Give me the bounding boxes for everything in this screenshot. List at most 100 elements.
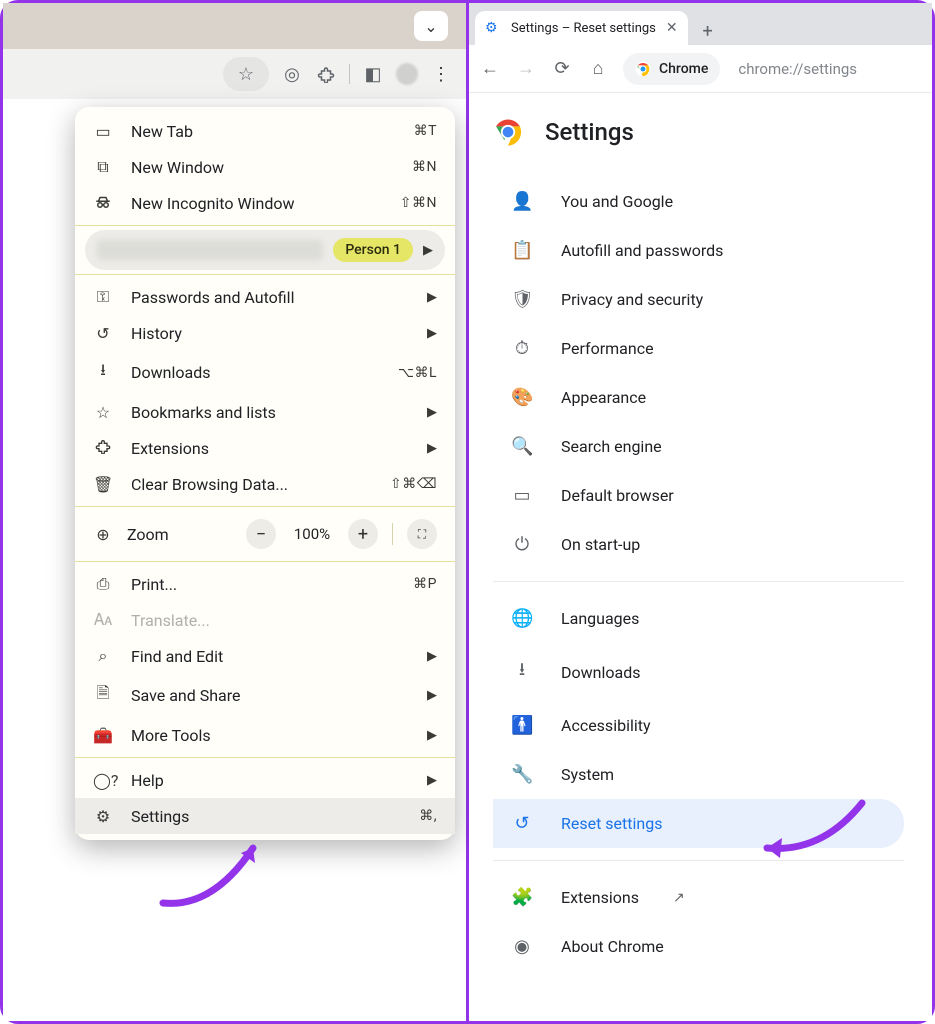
puzzle-icon: 🧩 (511, 887, 533, 908)
fullscreen-button[interactable]: ⛶ (407, 519, 437, 549)
left-panel: ⌄ ☆ ◎ ◧ ⋮ ▭ New Tab ⌘T ⧉ New Window ⌘N N… (3, 3, 469, 1021)
nav-accessibility[interactable]: 🚹 Accessibility (493, 701, 904, 750)
nav-downloads[interactable]: ⭳Downloads (493, 643, 904, 701)
tab-strip: ⚙ Settings – Reset settings ✕ + (469, 3, 932, 45)
shortcut: ⌘, (419, 808, 437, 824)
nav-label: On start-up (561, 535, 640, 554)
tab-title: Settings – Reset settings (511, 21, 656, 36)
chrome-menu: ▭ New Tab ⌘T ⧉ New Window ⌘N New Incogni… (75, 107, 455, 840)
nav-you-and-google[interactable]: 👤You and Google (493, 177, 904, 226)
menu-label: Passwords and Autofill (131, 288, 409, 307)
menu-passwords[interactable]: ⚿ Passwords and Autofill ▶ (75, 279, 455, 315)
menu-extensions[interactable]: Extensions ▶ (75, 430, 455, 466)
address-url[interactable]: chrome://settings (738, 60, 857, 78)
key-icon: ⚿ (93, 287, 113, 307)
nav-about-chrome[interactable]: ◉About Chrome (493, 922, 904, 971)
tab-overflow-button[interactable]: ⌄ (414, 11, 448, 41)
nav-label: Search engine (561, 437, 662, 456)
print-icon: ⎙ (93, 574, 113, 594)
chevron-right-icon: ▶ (423, 243, 433, 258)
nav-label: Default browser (561, 486, 674, 505)
menu-clear-data[interactable]: 🗑 Clear Browsing Data... ⇧⌘⌫ (75, 466, 455, 502)
menu-new-incognito[interactable]: New Incognito Window ⇧⌘N (75, 185, 455, 221)
nav-label: You and Google (561, 192, 673, 211)
nav-system[interactable]: 🔧System (493, 750, 904, 799)
globe-icon: 🌐 (511, 608, 533, 629)
profile-chip: Person 1 (333, 238, 413, 262)
chrome-logo-icon (493, 117, 523, 147)
sidepanel-icon[interactable]: ◧ (362, 63, 384, 85)
site-chip[interactable]: Chrome (623, 53, 720, 85)
menu-new-tab[interactable]: ▭ New Tab ⌘T (75, 113, 455, 149)
menu-save-share[interactable]: 🗎 Save and Share ▶ (75, 674, 455, 717)
nav-reset-settings[interactable]: ↺Reset settings (493, 799, 904, 848)
menu-profile-row[interactable]: Person 1 ▶ (85, 230, 445, 270)
menu-bookmarks[interactable]: ☆ Bookmarks and lists ▶ (75, 394, 455, 430)
power-icon: ⏻ (511, 534, 533, 555)
menu-settings[interactable]: ⚙ Settings ⌘, (75, 798, 455, 834)
extensions-icon[interactable] (315, 63, 337, 85)
nav-default-browser[interactable]: ▭ Default browser (493, 471, 904, 520)
menu-divider (75, 274, 455, 275)
zoom-out-button[interactable]: − (246, 519, 276, 549)
nav-startup[interactable]: ⏻ On start-up (493, 520, 904, 569)
menu-label: Help (131, 771, 409, 790)
menu-label: Save and Share (131, 686, 409, 705)
menu-label: New Window (131, 158, 394, 177)
zoom-separator (392, 523, 393, 545)
reload-button[interactable]: ⟳ (551, 58, 573, 80)
menu-downloads[interactable]: ⭳ Downloads ⌥⌘L (75, 351, 455, 394)
chrome-icon: ◉ (511, 936, 533, 957)
menu-more-tools[interactable]: 🧰 More Tools ▶ (75, 717, 455, 753)
menu-divider (75, 561, 455, 562)
bookmark-star-button[interactable]: ☆ (223, 57, 269, 91)
menu-label: Clear Browsing Data... (131, 475, 372, 494)
page-title: Settings (545, 118, 634, 146)
menu-label: Bookmarks and lists (131, 403, 409, 422)
nav-privacy[interactable]: 🛡Privacy and security (493, 275, 904, 324)
menu-print[interactable]: ⎙ Print... ⌘P (75, 566, 455, 602)
settings-nav: 👤You and Google 📋Autofill and passwords … (493, 177, 932, 971)
new-tab-button[interactable]: + (694, 17, 722, 45)
nav-label: Autofill and passwords (561, 241, 723, 260)
nav-performance[interactable]: ⏱Performance (493, 324, 904, 373)
nav-extensions[interactable]: 🧩Extensions↗ (493, 873, 904, 922)
nav-appearance[interactable]: 🎨Appearance (493, 373, 904, 422)
back-button[interactable]: ← (479, 58, 501, 80)
zoom-label: Zoom (127, 525, 232, 544)
menu-find[interactable]: ⌕ Find and Edit ▶ (75, 638, 455, 674)
star-icon: ☆ (93, 403, 113, 422)
chevron-right-icon: ▶ (427, 728, 437, 743)
kebab-menu-button[interactable]: ⋮ (430, 63, 452, 85)
zoom-in-button[interactable]: + (348, 519, 378, 549)
nav-languages[interactable]: 🌐Languages (493, 594, 904, 643)
browser-icon: ▭ (511, 485, 533, 506)
menu-divider (75, 225, 455, 226)
nav-search-engine[interactable]: 🔍 Search engine (493, 422, 904, 471)
download-icon: ⭳ (511, 657, 533, 687)
annotation-arrow (153, 833, 273, 913)
nav-label: Accessibility (561, 716, 651, 735)
puzzle-icon (93, 438, 113, 458)
nav-autofill[interactable]: 📋Autofill and passwords (493, 226, 904, 275)
menu-help[interactable]: ◯? Help ▶ (75, 762, 455, 798)
gear-icon: ⚙ (485, 20, 501, 36)
menu-new-window[interactable]: ⧉ New Window ⌘N (75, 149, 455, 185)
home-button[interactable]: ⌂ (587, 58, 609, 80)
browser-tab[interactable]: ⚙ Settings – Reset settings ✕ (475, 11, 688, 45)
profile-avatar[interactable] (396, 63, 418, 85)
close-icon[interactable]: ✕ (666, 20, 678, 36)
nav-divider (493, 581, 904, 582)
settings-page: Settings 👤You and Google 📋Autofill and p… (469, 93, 932, 971)
menu-divider (75, 506, 455, 507)
shortcut: ⌘N (412, 159, 437, 175)
chevron-right-icon: ▶ (427, 688, 437, 703)
accessibility-icon: 🚹 (511, 715, 533, 736)
search-icon: 🔍 (511, 436, 533, 457)
shield-icon[interactable]: ◎ (281, 63, 303, 85)
menu-label: History (131, 324, 409, 343)
wrench-icon: 🔧 (511, 764, 533, 785)
nav-label: Reset settings (561, 814, 662, 833)
menu-label: Translate... (131, 611, 437, 630)
menu-history[interactable]: ↺ History ▶ (75, 315, 455, 351)
